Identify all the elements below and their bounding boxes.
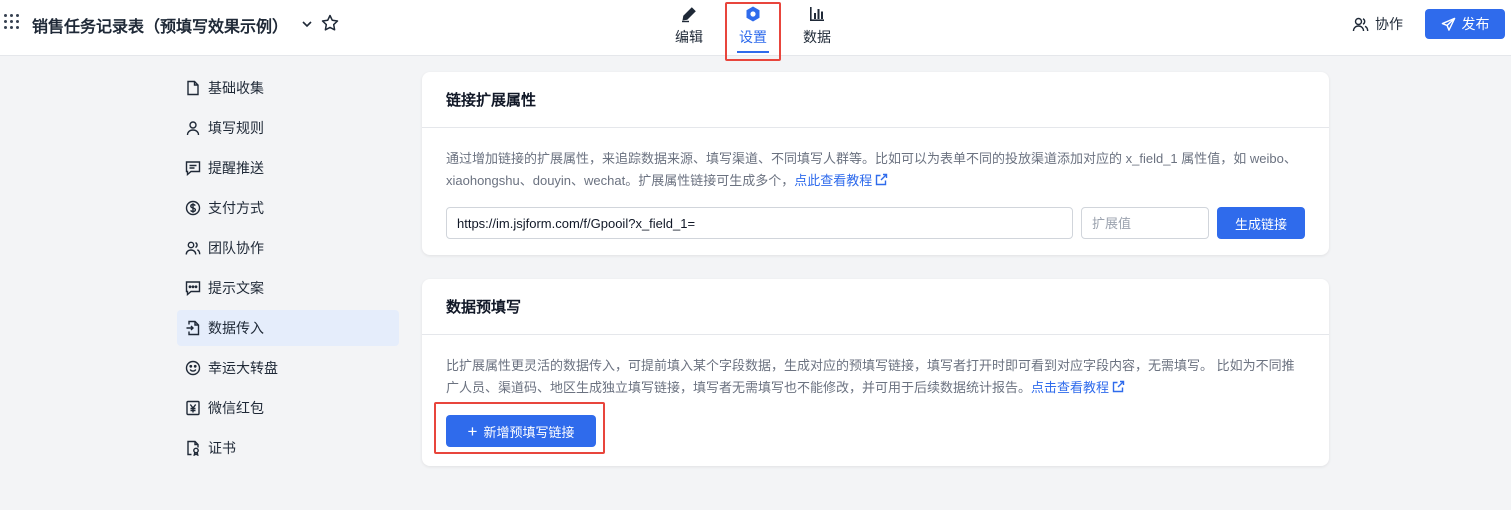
- tab-edit[interactable]: 编辑: [664, 0, 714, 56]
- sidebar-item-label: 团队协作: [208, 240, 264, 256]
- users-icon: [185, 241, 201, 255]
- tab-data[interactable]: 数据: [792, 0, 842, 56]
- generate-link-button[interactable]: 生成链接: [1217, 207, 1305, 239]
- user-icon: [186, 121, 200, 136]
- sidebar-item-lucky-wheel[interactable]: 幸运大转盘: [177, 350, 399, 386]
- external-link-icon: [876, 173, 888, 186]
- link-ext-description: 通过增加链接的扩展属性，来追踪数据来源、填写渠道、不同填写人群等。比如可以为表单…: [446, 148, 1305, 192]
- sidebar-item-data-import[interactable]: 数据传入: [177, 310, 399, 346]
- sidebar-item-reminder[interactable]: 提醒推送: [177, 150, 399, 186]
- sidebar-item-label: 证书: [208, 440, 236, 456]
- external-link-icon: [1112, 380, 1125, 393]
- file-import-icon: [186, 320, 200, 336]
- prefill-tutorial-link[interactable]: 点击查看教程: [1031, 380, 1125, 395]
- sidebar-item-tip-text[interactable]: 提示文案: [177, 270, 399, 306]
- link-ext-card: 链接扩展属性 通过增加链接的扩展属性，来追踪数据来源、填写渠道、不同填写人群等。…: [422, 72, 1329, 255]
- link-ext-title: 链接扩展属性: [422, 72, 1329, 128]
- add-prefill-link-button[interactable]: + 新增预填写链接: [446, 415, 596, 447]
- sidebar-item-label: 微信红包: [208, 400, 264, 416]
- ext-value-input[interactable]: [1081, 207, 1209, 239]
- sidebar-item-basic-collect[interactable]: 基础收集: [177, 70, 399, 106]
- star-icon[interactable]: [320, 13, 340, 33]
- tab-data-label: 数据: [803, 29, 831, 45]
- message-icon: [185, 161, 201, 176]
- tab-edit-label: 编辑: [675, 29, 703, 45]
- publish-label: 发布: [1461, 16, 1490, 32]
- send-icon: [1441, 17, 1455, 31]
- file-icon: [187, 80, 199, 96]
- prefill-title: 数据预填写: [422, 279, 1329, 335]
- link-ext-tutorial-link[interactable]: 点此查看教程: [794, 173, 888, 188]
- sidebar-item-label: 基础收集: [208, 80, 264, 96]
- sidebar-item-label: 提醒推送: [208, 160, 264, 176]
- users-icon: [1352, 17, 1369, 31]
- link-ext-tutorial-label: 点此查看教程: [794, 173, 873, 188]
- publish-button[interactable]: 发布: [1425, 9, 1505, 39]
- chat-dots-icon: [185, 281, 201, 296]
- collab-button[interactable]: 协作: [1352, 13, 1403, 35]
- pen-icon: [682, 7, 696, 23]
- chevron-down-icon[interactable]: [299, 16, 315, 32]
- prefill-desc-text: 比扩展属性更灵活的数据传入，可提前填入某个字段数据，生成对应的预填写链接，填写者…: [446, 358, 1295, 395]
- sidebar-item-label: 数据传入: [208, 320, 264, 336]
- top-bar: 销售任务记录表（预填写效果示例） 编辑 设置 数据 协作 发布: [0, 0, 1511, 61]
- prefill-description: 比扩展属性更灵活的数据传入，可提前填入某个字段数据，生成对应的预填写链接，填写者…: [446, 355, 1305, 399]
- link-url-input[interactable]: [446, 207, 1073, 239]
- sidebar-item-payment[interactable]: 支付方式: [177, 190, 399, 226]
- bar-chart-icon: [810, 7, 824, 21]
- form-title: 销售任务记录表（预填写效果示例）: [32, 19, 289, 36]
- sidebar-item-team[interactable]: 团队协作: [177, 230, 399, 266]
- yen-icon: [186, 400, 200, 416]
- settings-sidebar: 基础收集 填写规则 提醒推送 支付方式 团队协作 提示文案 数据传入 幸运大转盘…: [177, 70, 399, 470]
- sidebar-item-fill-rules[interactable]: 填写规则: [177, 110, 399, 146]
- sidebar-item-label: 支付方式: [208, 200, 264, 216]
- sidebar-item-certificate[interactable]: 证书: [177, 430, 399, 466]
- certificate-icon: [187, 440, 199, 456]
- settings-highlight-box: [725, 2, 781, 61]
- sidebar-item-label: 幸运大转盘: [208, 360, 278, 376]
- smile-icon: [185, 360, 201, 376]
- prefill-tutorial-label: 点击查看教程: [1031, 380, 1110, 395]
- plus-icon: +: [467, 421, 478, 441]
- sidebar-item-label: 提示文案: [208, 280, 264, 296]
- dollar-icon: [185, 200, 201, 216]
- apps-grid-icon[interactable]: [4, 14, 22, 32]
- prefill-card: 数据预填写 比扩展属性更灵活的数据传入，可提前填入某个字段数据，生成对应的预填写…: [422, 279, 1329, 466]
- sidebar-item-label: 填写规则: [208, 120, 264, 136]
- collab-label: 协作: [1375, 16, 1403, 32]
- add-prefill-link-label: 新增预填写链接: [483, 424, 575, 440]
- sidebar-item-wechat-redpacket[interactable]: 微信红包: [177, 390, 399, 426]
